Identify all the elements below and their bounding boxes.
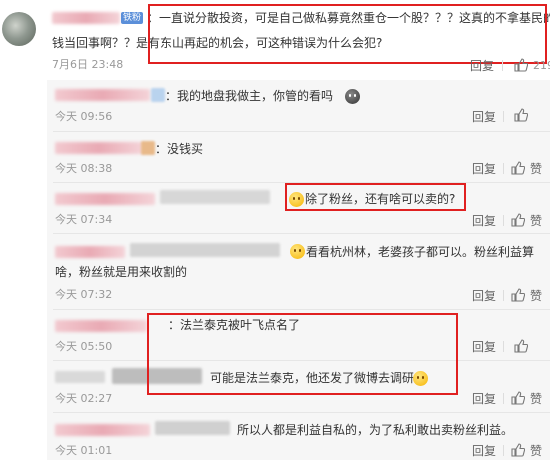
thumbs-up-icon[interactable] (514, 58, 528, 72)
reply-button[interactable]: 回复 (472, 110, 496, 124)
reply-time: 今天 01:01 (55, 444, 113, 457)
like-button[interactable]: 赞 (530, 289, 542, 303)
reply-time: 今天 02:27 (55, 392, 113, 405)
separator (502, 60, 503, 71)
reply-text: ：我的地盘我做主，你管的看吗 (165, 89, 334, 103)
replier-name[interactable] (55, 193, 155, 205)
replier-name[interactable] (55, 320, 147, 332)
like-count: 219 (533, 59, 550, 72)
highlight-box (285, 183, 466, 211)
separator (503, 341, 504, 352)
thumbs-up-icon[interactable] (511, 391, 525, 405)
reply-time: 今天 05:50 (55, 340, 113, 353)
replier-name[interactable] (55, 89, 150, 101)
highlight-box (148, 4, 547, 64)
reply-button[interactable]: 回复 (472, 162, 496, 176)
like-button[interactable]: 赞 (530, 444, 542, 458)
emoji-icon (290, 244, 305, 259)
separator (503, 393, 504, 404)
highlight-box (147, 313, 458, 395)
replier-name[interactable] (55, 246, 125, 258)
reply-text: 所以人都是利益自私的，为了私利敢出卖粉丝利益。 (237, 423, 514, 437)
avatar[interactable] (2, 12, 36, 46)
comment-thread: 铁粉 ：一直说分散投资，可是自己做私募竟然重仓一个股？？？这真的不拿基民的 钱当… (0, 0, 550, 460)
reply-text: ：没钱买 (155, 142, 204, 156)
reply-button[interactable]: 回复 (472, 392, 496, 406)
fan-badge: 铁粉 (121, 12, 144, 24)
comment-time: 7月6日 23:48 (52, 58, 124, 71)
reply-text-line1: 看看杭州林，老婆孩子都可以。粉丝利益算 (306, 245, 535, 259)
blurred-username (155, 421, 230, 435)
emoji-icon (345, 89, 360, 104)
reply-button[interactable]: 回复 (470, 59, 494, 73)
replier-name[interactable] (55, 142, 143, 154)
thumbs-up-icon[interactable] (511, 161, 525, 175)
reply-time: 今天 07:34 (55, 213, 113, 226)
divider (53, 233, 550, 234)
reply-time: 今天 07:32 (55, 288, 113, 301)
like-button[interactable]: 赞 (530, 162, 542, 176)
reply-time: 今天 09:56 (55, 110, 113, 123)
badge-icon (151, 88, 165, 102)
separator (503, 215, 504, 226)
thumbs-up-icon[interactable] (511, 213, 525, 227)
divider (53, 131, 550, 132)
reply-time: 今天 08:38 (55, 162, 113, 175)
divider (53, 309, 550, 310)
divider (53, 412, 550, 413)
reply-button[interactable]: 回复 (472, 340, 496, 354)
like-button[interactable]: 赞 (530, 392, 542, 406)
reply-text-line2: 啥，粉丝就是用来收割的 (55, 265, 188, 279)
thumbs-up-icon[interactable] (514, 339, 528, 353)
reply-button[interactable]: 回复 (472, 214, 496, 228)
thumbs-up-icon[interactable] (511, 288, 525, 302)
thumbs-up-icon[interactable] (511, 443, 525, 457)
commenter-name[interactable] (52, 12, 120, 24)
separator (503, 290, 504, 301)
reply-button[interactable]: 回复 (472, 289, 496, 303)
separator (503, 163, 504, 174)
reply-button[interactable]: 回复 (472, 444, 496, 458)
blurred-username (160, 190, 270, 204)
blurred-username (130, 243, 280, 257)
separator (503, 445, 504, 456)
separator (503, 111, 504, 122)
blurred-username (55, 371, 105, 383)
replier-name[interactable] (55, 424, 150, 436)
thumbs-up-icon[interactable] (514, 108, 528, 122)
like-button[interactable]: 赞 (530, 214, 542, 228)
badge-icon (141, 141, 155, 155)
